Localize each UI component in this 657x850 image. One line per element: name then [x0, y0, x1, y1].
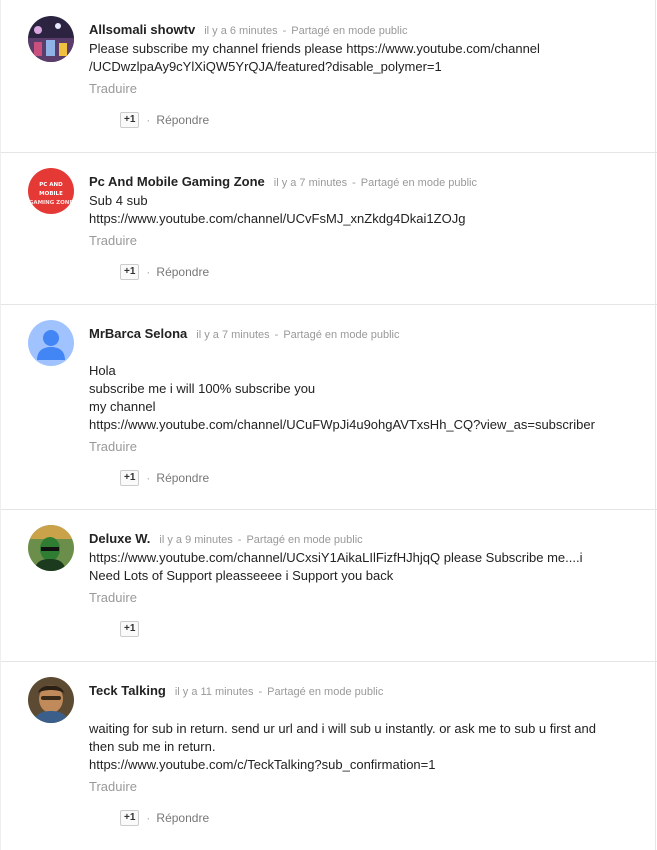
- visibility-label: Partagé en mode public: [246, 534, 363, 546]
- reply-link[interactable]: Répondre: [156, 265, 209, 279]
- comment-text: waiting for sub in return. send ur url a…: [89, 720, 619, 774]
- translate-link[interactable]: Traduire: [89, 779, 137, 794]
- separator: ·: [146, 265, 151, 279]
- reply-link[interactable]: Répondre: [156, 113, 209, 127]
- author-name[interactable]: Allsomali showtv: [89, 22, 195, 37]
- comment-line: subscribe me i will 100% subscribe you: [89, 381, 316, 396]
- comments-panel: Allsomali showtv il y a 6 minutes - Partagé…: [0, 0, 657, 850]
- timestamp[interactable]: il y a 7 minutes: [274, 177, 347, 189]
- comment-text: Sub 4 sub https://www.youtube.com/channe…: [89, 192, 619, 228]
- comment-actions: +1 · Répondre: [120, 112, 209, 128]
- comment-line: then sub me in return.: [89, 739, 216, 754]
- separator: -: [237, 534, 242, 546]
- avatar[interactable]: [28, 677, 74, 723]
- visibility-label: Partagé en mode public: [283, 329, 400, 341]
- separator: ·: [146, 471, 151, 485]
- translate-link[interactable]: Traduire: [89, 439, 137, 454]
- comment-line: my channel: [89, 399, 156, 414]
- comment-item: PC AND MOBILE GAMING ZONE Pc And Mobile …: [1, 153, 657, 305]
- plus-one-button[interactable]: +1: [120, 112, 140, 128]
- comment-line: /UCDwzlpaAy9cYlXiQW5YrQJA/featured?disab…: [89, 59, 442, 74]
- visibility-label: Partagé en mode public: [291, 25, 408, 37]
- comment-actions: +1: [120, 621, 140, 637]
- comment-text: Please subscribe my channel friends plea…: [89, 40, 619, 76]
- avatar[interactable]: [28, 320, 74, 366]
- visibility-label: Partagé en mode public: [360, 177, 477, 189]
- comment-text: https://www.youtube.com/channel/UCxsiY1A…: [89, 549, 619, 585]
- comment-line: Need Lots of Support pleasseeee i Suppor…: [89, 568, 394, 583]
- avatar-logo-text: PC AND MOBILE GAMING ZONE: [28, 182, 74, 206]
- comment-line: waiting for sub in return. send ur url a…: [89, 721, 596, 736]
- comment-actions: +1 · Répondre: [120, 470, 209, 486]
- author-name[interactable]: Teck Talking: [89, 683, 166, 698]
- comment-header: Teck Talking il y a 11 minutes - Partagé en…: [89, 683, 383, 698]
- translate-link[interactable]: Traduire: [89, 233, 137, 248]
- translate-link[interactable]: Traduire: [89, 81, 137, 96]
- separator: ·: [146, 811, 151, 825]
- plus-one-button[interactable]: +1: [120, 470, 140, 486]
- comment-line: Hola: [89, 363, 116, 378]
- plus-one-button[interactable]: +1: [120, 621, 140, 637]
- comment-item: Deluxe W. il y a 9 minutes - Partagé en mod…: [1, 510, 657, 662]
- comment-item: Allsomali showtv il y a 6 minutes - Partagé…: [1, 0, 657, 153]
- separator: -: [352, 177, 356, 189]
- plus-one-button[interactable]: +1: [120, 264, 140, 280]
- avatar[interactable]: [28, 16, 74, 62]
- default-user-icon: [28, 320, 74, 366]
- timestamp[interactable]: il y a 9 minutes: [159, 534, 232, 546]
- timestamp[interactable]: il y a 7 minutes: [196, 329, 269, 341]
- comment-header: Pc And Mobile Gaming Zone il y a 7 minute…: [89, 174, 477, 189]
- comment-line: https://www.youtube.com/channel/UCxsiY1A…: [89, 550, 583, 565]
- plus-one-button[interactable]: +1: [120, 810, 140, 826]
- author-name[interactable]: MrBarca Selona: [89, 326, 187, 341]
- author-name[interactable]: Pc And Mobile Gaming Zone: [89, 174, 265, 189]
- avatar[interactable]: PC AND MOBILE GAMING ZONE: [28, 168, 74, 214]
- comment-item: Teck Talking il y a 11 minutes - Partagé en…: [1, 662, 657, 850]
- comment-line: https://www.youtube.com/c/TeckTalking?su…: [89, 757, 436, 772]
- comment-header: MrBarca Selona il y a 7 minutes - Partagé e…: [89, 326, 400, 341]
- avatar[interactable]: [28, 525, 74, 571]
- timestamp[interactable]: il y a 6 minutes: [204, 25, 277, 37]
- timestamp[interactable]: il y a 11 minutes: [175, 686, 254, 698]
- comment-line: Sub 4 sub: [89, 193, 148, 208]
- translate-link[interactable]: Traduire: [89, 590, 137, 605]
- comment-header: Allsomali showtv il y a 6 minutes - Partagé…: [89, 22, 407, 37]
- comment-header: Deluxe W. il y a 9 minutes - Partagé en mod…: [89, 531, 363, 546]
- comment-line: Please subscribe my channel friends plea…: [89, 41, 540, 56]
- comment-text: Hola subscribe me i will 100% subscribe …: [89, 362, 619, 434]
- reply-link[interactable]: Répondre: [156, 811, 209, 825]
- comment-actions: +1 · Répondre: [120, 810, 209, 826]
- comment-actions: +1 · Répondre: [120, 264, 209, 280]
- comment-line: https://www.youtube.com/channel/UCvFsMJ_…: [89, 211, 466, 226]
- separator: ·: [146, 113, 151, 127]
- comment-item: MrBarca Selona il y a 7 minutes - Partagé e…: [1, 305, 657, 510]
- author-name[interactable]: Deluxe W.: [89, 531, 150, 546]
- separator: -: [282, 25, 287, 37]
- separator: -: [274, 329, 279, 341]
- separator: -: [258, 686, 263, 698]
- comment-line: https://www.youtube.com/channel/UCuFWpJi…: [89, 417, 595, 432]
- reply-link[interactable]: Répondre: [156, 471, 209, 485]
- visibility-label: Partagé en mode public: [267, 686, 384, 698]
